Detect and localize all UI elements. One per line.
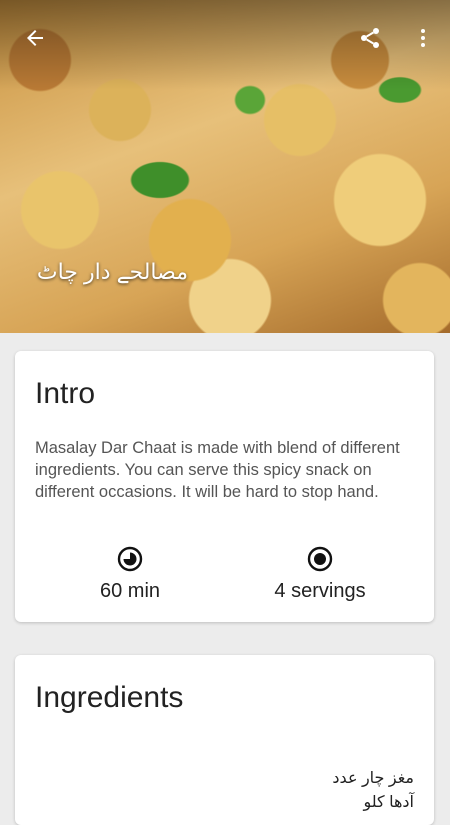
back-button[interactable] xyxy=(17,20,53,56)
ingredient-item: مغز چار عدد xyxy=(332,770,414,787)
arrow-left-icon xyxy=(27,30,43,46)
servings-icon xyxy=(307,546,333,572)
cook-time: 60 min xyxy=(35,546,225,603)
share-button[interactable] xyxy=(352,20,388,56)
recipe-title: مصالحے دار چاٹ xyxy=(36,259,188,284)
share-icon xyxy=(361,28,379,48)
recipe-hero-image: مصالحے دار چاٹ xyxy=(0,0,450,333)
intro-heading: Intro xyxy=(35,377,96,410)
ingredient-item: آدھا کلو xyxy=(363,794,414,811)
more-options-button[interactable] xyxy=(405,20,441,56)
intro-card: Intro Masalay Dar Chaat is made with ble… xyxy=(15,351,434,622)
ingredients-heading: Ingredients xyxy=(35,681,184,714)
cook-time-value: 60 min xyxy=(99,580,161,602)
servings-value: 4 servings xyxy=(274,580,366,602)
timer-icon xyxy=(117,546,143,572)
ingredients-list: مغز چار عدد آدھا کلو xyxy=(332,767,414,815)
servings: 4 servings xyxy=(225,546,415,603)
intro-description: Masalay Dar Chaat is made with blend of … xyxy=(35,439,400,501)
more-vertical-icon xyxy=(421,29,425,47)
